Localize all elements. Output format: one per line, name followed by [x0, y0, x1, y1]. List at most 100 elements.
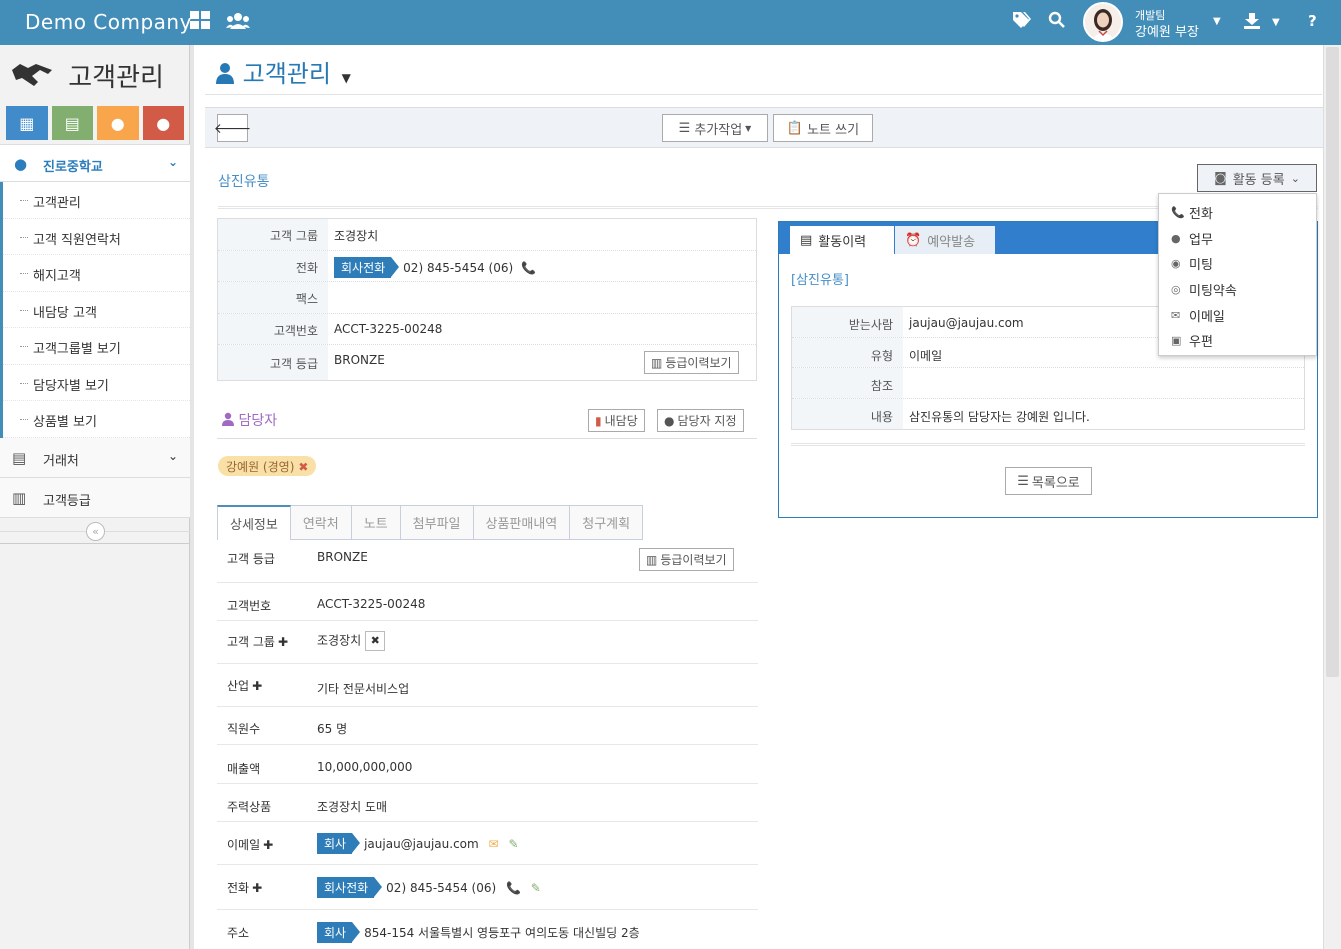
detail-row: 이메일 ✚ 회사 jaujau@jaujau.com ✉ ✎ [217, 822, 758, 865]
dropdown-item-meeting-appointment[interactable]: ◎ 미팅약속 [1159, 277, 1316, 303]
dropdown-item-mail[interactable]: ▣ 우편 [1159, 328, 1316, 354]
sidebar-subitem[interactable]: 고객 직원연락처 [3, 219, 190, 255]
sidebar: 고객관리 ▦ ▤ ● ● ● 진로중학교 ⌄ 고객관리 고객 직원연락처 해지고… [0, 45, 190, 949]
meeting-appointment-icon: ◎ [1171, 283, 1181, 297]
sidebar-item-label: 진로중학교 [43, 160, 103, 175]
toolbar: 🡐 ☰ 추가작업 ▼ 📋 노트 쓰기 [205, 107, 1324, 148]
download-icon[interactable] [1243, 12, 1261, 35]
edit-icon[interactable]: ✎ [508, 837, 518, 851]
edit-icon[interactable]: ✎ [531, 881, 541, 895]
plus-icon[interactable]: ✚ [252, 881, 262, 895]
dropdown-item-phone[interactable]: 📞 전화 [1159, 200, 1316, 226]
user-shortcut-button[interactable]: ● [97, 106, 139, 140]
tags-icon[interactable] [1012, 11, 1032, 34]
tab-billing-plan[interactable]: 청구계획 [570, 505, 644, 540]
list-icon: ☰ [678, 120, 691, 136]
sidebar-item-partner[interactable]: ▤ 거래처 ⌄ [0, 437, 190, 478]
user-name: 강예원 부장 [1135, 25, 1199, 40]
caret-down-icon: ▼ [745, 123, 752, 133]
grid-icon[interactable] [190, 11, 211, 36]
assign-manager-button[interactable]: ● 담당자 지정 [657, 409, 744, 432]
dropdown-item-task[interactable]: ● 업무 [1159, 226, 1316, 252]
phone-icon[interactable]: 📞 [521, 261, 536, 275]
list-icon: ☰ [1017, 473, 1029, 489]
tab-contacts[interactable]: 연락처 [290, 505, 352, 540]
manager-chip: 강예원 (경영) ✖ [218, 456, 317, 476]
divider [791, 443, 1305, 446]
customer-info-table: 고객 그룹 조경장치 전화 회사전화 02) 845-5454 (06) 📞 팩스… [217, 218, 757, 381]
history-icon: ▤ [800, 232, 813, 248]
help-icon[interactable]: ? [1308, 12, 1317, 30]
detail-row: 직원수 65 명 [217, 707, 758, 745]
activity-register-button[interactable]: ◙ 활동 등록 ⌄ [1197, 164, 1317, 192]
remove-icon[interactable]: ✖ [298, 460, 308, 474]
page-title[interactable]: 고객관리 ▼ [215, 54, 351, 89]
clipboard-icon: 📋 [786, 120, 804, 136]
sidebar-subitem[interactable]: 담당자별 보기 [3, 365, 190, 401]
mailbox-icon: ▣ [1171, 334, 1182, 348]
building-shortcut-button[interactable]: ▦ [6, 106, 48, 140]
grade-icon: ▥ [12, 488, 27, 507]
customer-name: 삼진유통 [218, 174, 270, 190]
phone-tag: 회사전화 [317, 877, 383, 898]
divider [218, 206, 1318, 209]
bookmark-icon: ▮ [595, 413, 602, 428]
back-button[interactable]: 🡐 [214, 114, 251, 142]
caret-down-icon[interactable]: ▼ [1272, 17, 1280, 28]
sidebar-subitem[interactable]: 상품별 보기 [3, 401, 190, 438]
extra-actions-button[interactable]: ☰ 추가작업 ▼ [662, 114, 768, 142]
info-row: 고객 등급 BRONZE ▥ 등급이력보기 [218, 345, 756, 380]
tab-activity-history[interactable]: ▤ 활동이력 [790, 226, 894, 254]
remove-group-button[interactable]: ✖ [365, 631, 386, 651]
sidebar-subitem[interactable]: 고객그룹별 보기 [3, 328, 190, 365]
sidebar-item-school[interactable]: ● 진로중학교 ⌄ [0, 144, 190, 182]
tab-sales-history[interactable]: 상품판매내역 [473, 505, 571, 540]
dropdown-item-meeting[interactable]: ◉ 미팅 [1159, 251, 1316, 277]
user-icon: ● [14, 155, 28, 173]
plus-icon[interactable]: ✚ [252, 679, 262, 693]
detail-row: 주력상품 조경장치 도매 [217, 784, 758, 822]
write-note-button[interactable]: 📋 노트 쓰기 [773, 114, 873, 142]
sidebar-splitter[interactable] [190, 45, 194, 949]
divider [0, 543, 190, 544]
collapse-sidebar-button[interactable]: « [86, 522, 105, 541]
tab-reserve-send[interactable]: ⏰ 예약발송 [895, 226, 995, 254]
contact-shortcut-button[interactable]: ● [142, 106, 184, 140]
camera-icon: ◙ [1214, 170, 1227, 186]
phone-icon[interactable]: 📞 [506, 881, 521, 895]
address-tag: 회사 [317, 922, 361, 943]
activity-row: 참조 [792, 368, 1304, 399]
sidebar-subitem[interactable]: 고객관리 [3, 182, 190, 219]
tab-notes[interactable]: 노트 [351, 505, 401, 540]
grade-icon: ▥ [651, 355, 663, 370]
arrow-left-icon: 🡐 [213, 120, 252, 137]
page-scrollbar[interactable] [1323, 45, 1341, 949]
grade-history-button[interactable]: ▥ 등급이력보기 [639, 548, 734, 571]
tab-attachments[interactable]: 첨부파일 [400, 505, 474, 540]
plus-icon[interactable]: ✚ [263, 838, 273, 852]
users-icon[interactable] [226, 11, 250, 36]
brand-name[interactable]: Demo Company [25, 10, 192, 34]
search-icon[interactable] [1048, 11, 1066, 34]
info-row: 전화 회사전화 02) 845-5454 (06) 📞 [218, 250, 756, 282]
sidebar-subitem[interactable]: 해지고객 [3, 255, 190, 292]
company-shortcut-button[interactable]: ▤ [51, 106, 93, 140]
dropdown-item-email[interactable]: ✉ 이메일 [1159, 302, 1316, 328]
side-menu: ● 진로중학교 ⌄ 고객관리 고객 직원연락처 해지고객 내담당 고객 고객그룹… [0, 144, 190, 518]
user-icon: ● [110, 113, 125, 133]
sidebar-item-grade[interactable]: ▥ 고객등급 [0, 477, 190, 518]
user-menu[interactable]: 개발팀 강예원 부장 ▼ [1083, 0, 1233, 45]
scrollbar-thumb[interactable] [1326, 47, 1339, 677]
activity-register-dropdown: 📞 전화 ● 업무 ◉ 미팅 ◎ 미팅약속 ✉ 이메일 ▣ 우편 [1158, 193, 1317, 356]
grade-icon: ▥ [646, 552, 658, 567]
tab-detail[interactable]: 상세정보 [217, 505, 291, 540]
sidebar-subitem[interactable]: 내담당 고객 [3, 292, 190, 328]
sidebar-title: 고객관리 [10, 57, 164, 94]
envelope-icon[interactable]: ✉ [489, 837, 499, 851]
grade-history-button[interactable]: ▥ 등급이력보기 [644, 351, 739, 374]
caret-down-icon: ▼ [341, 71, 351, 85]
back-to-list-button[interactable]: ☰ 목록으로 [1005, 467, 1092, 495]
detail-row: 전화 ✚ 회사전화 02) 845-5454 (06) 📞 ✎ [217, 865, 758, 910]
my-manager-button[interactable]: ▮ 내담당 [588, 409, 645, 432]
plus-icon[interactable]: ✚ [278, 635, 288, 649]
